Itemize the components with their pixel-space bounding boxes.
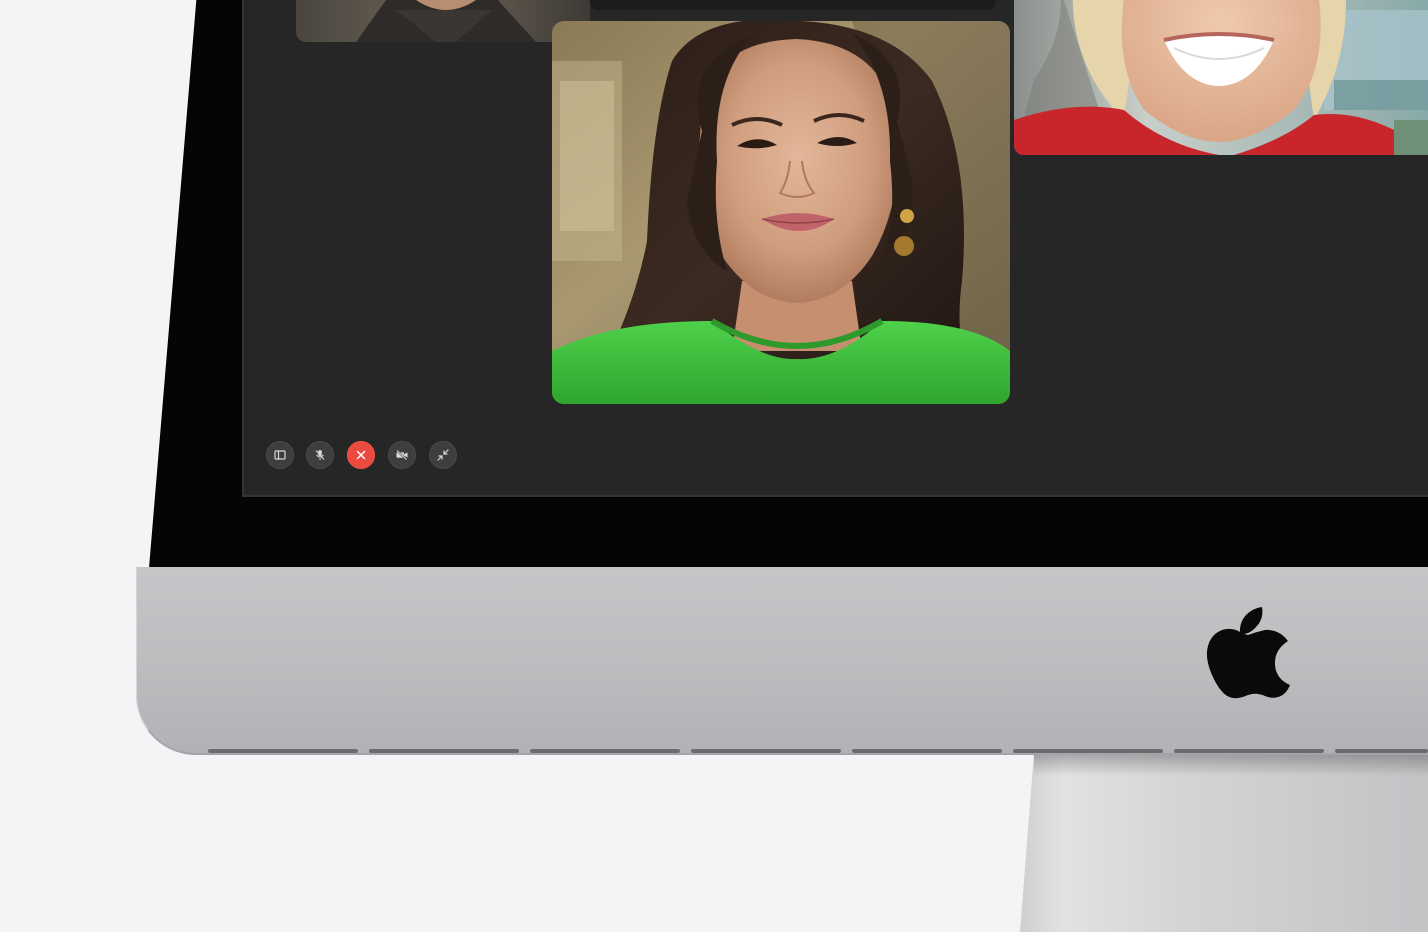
collapse-arrows-icon bbox=[437, 449, 449, 461]
camera-button[interactable] bbox=[388, 441, 416, 469]
participant-video-top-right bbox=[1014, 0, 1428, 155]
exit-fullscreen-button[interactable] bbox=[429, 441, 457, 469]
imac-stand bbox=[1020, 752, 1428, 932]
stand-shadow bbox=[1034, 752, 1428, 776]
vent bbox=[1335, 749, 1428, 753]
vent bbox=[530, 749, 680, 753]
apple-logo bbox=[1206, 607, 1290, 699]
microphone-slash-icon bbox=[315, 450, 325, 460]
facetime-window bbox=[242, 0, 1428, 497]
vent bbox=[208, 749, 358, 753]
video-slash-icon bbox=[396, 449, 408, 461]
mute-button[interactable] bbox=[306, 441, 334, 469]
participant-tile-top-left[interactable] bbox=[296, 0, 590, 42]
vent bbox=[852, 749, 1002, 753]
imac-device bbox=[0, 0, 1428, 932]
vent bbox=[691, 749, 841, 753]
vent bbox=[1174, 749, 1324, 753]
participant-video-top-left bbox=[296, 0, 590, 42]
vent bbox=[369, 749, 519, 753]
participant-tile-main[interactable] bbox=[552, 21, 1010, 404]
participant-tile-top-center[interactable] bbox=[590, 0, 996, 10]
participant-video-main bbox=[552, 21, 1010, 404]
sidebar-icon bbox=[274, 450, 286, 460]
end-call-button[interactable] bbox=[347, 441, 375, 469]
close-icon bbox=[356, 450, 366, 460]
sidebar-button[interactable] bbox=[266, 441, 294, 469]
vent bbox=[1013, 749, 1163, 753]
participant-tile-top-right[interactable] bbox=[1014, 0, 1428, 155]
vent-row bbox=[208, 749, 1428, 753]
